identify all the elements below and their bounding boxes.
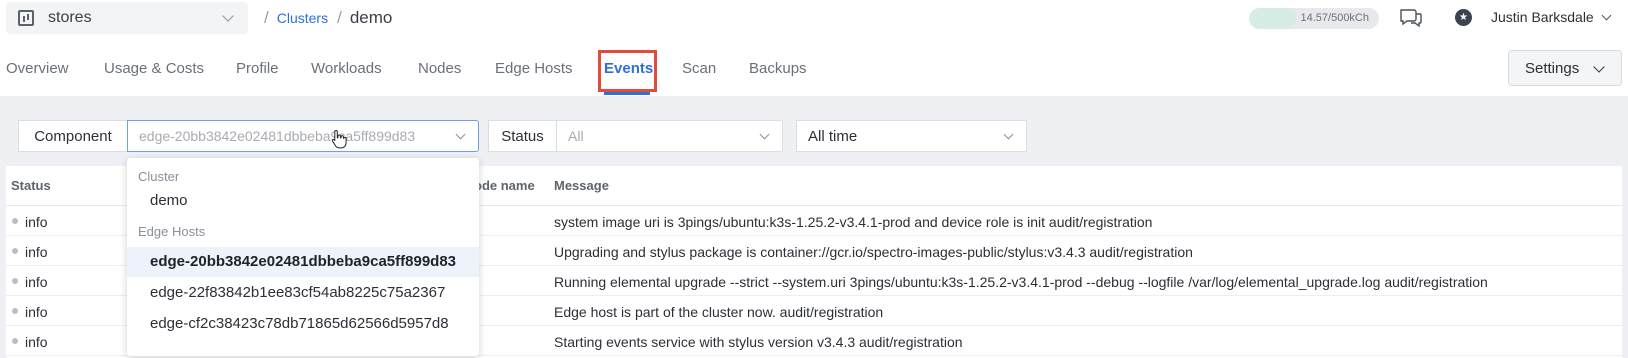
top-bar: stores / Clusters / demo 14.57/500kCh ★ … xyxy=(0,0,1628,36)
chat-icon[interactable] xyxy=(1399,8,1423,28)
status-dot-icon xyxy=(12,218,18,224)
row-status: info xyxy=(25,274,48,290)
user-avatar-icon[interactable]: ★ xyxy=(1455,9,1472,26)
status-filter-value: All xyxy=(568,128,584,144)
time-filter-select[interactable]: All time xyxy=(796,120,1027,152)
user-name[interactable]: Justin Barksdale xyxy=(1491,9,1594,25)
active-tab-highlight xyxy=(598,50,657,92)
tab-scan[interactable]: Scan xyxy=(682,60,716,77)
tab-backups[interactable]: Backups xyxy=(749,60,807,77)
status-filter-select[interactable]: All xyxy=(556,120,783,152)
row-status: info xyxy=(25,214,48,230)
row-status: info xyxy=(25,304,48,320)
page-title: demo xyxy=(349,8,393,27)
dropdown-option-edge-host[interactable]: edge-cf2c38423c78db71865d62566d5957d8 xyxy=(127,309,479,339)
component-filter-value: edge-20bb3842e02481dbbeba9ca5ff899d83 xyxy=(139,128,416,144)
active-tab-underline xyxy=(604,92,650,95)
status-dot-icon xyxy=(12,278,18,284)
dropdown-group-edge-hosts: Edge Hosts xyxy=(138,224,206,239)
chevron-down-icon xyxy=(222,10,234,22)
chevron-down-icon xyxy=(455,129,466,140)
row-status: info xyxy=(25,334,48,350)
usage-meter[interactable]: 14.57/500kCh xyxy=(1249,8,1379,29)
row-message: Upgrading and stylus package is containe… xyxy=(554,244,1193,260)
tab-workloads[interactable]: Workloads xyxy=(311,60,382,77)
breadcrumb-clusters-link[interactable]: Clusters xyxy=(277,10,328,26)
column-header-status[interactable]: Status xyxy=(11,178,51,193)
usage-text: 14.57/500kCh xyxy=(1300,12,1370,24)
status-dot-icon xyxy=(12,338,18,344)
row-message: system image uri is 3pings/ubuntu:k3s-1.… xyxy=(554,214,1153,230)
tab-nodes[interactable]: Nodes xyxy=(418,60,461,77)
chevron-down-icon xyxy=(759,129,770,140)
column-header-node-name[interactable]: ode name xyxy=(474,178,535,193)
filter-bar: Component edge-20bb3842e02481dbbeba9ca5f… xyxy=(0,96,1628,158)
component-filter-select[interactable]: edge-20bb3842e02481dbbeba9ca5ff899d83 xyxy=(127,120,479,152)
chart-icon xyxy=(18,10,34,26)
breadcrumb: / Clusters / demo xyxy=(264,8,393,27)
row-message: Starting events service with stylus vers… xyxy=(554,334,963,350)
project-selector[interactable]: stores xyxy=(6,2,248,34)
dropdown-option-cluster[interactable]: demo xyxy=(127,186,479,216)
column-header-message[interactable]: Message xyxy=(554,178,609,193)
chevron-down-icon[interactable] xyxy=(1601,10,1612,21)
status-dot-icon xyxy=(12,308,18,314)
chevron-down-icon xyxy=(1593,61,1605,73)
settings-button[interactable]: Settings xyxy=(1508,50,1622,86)
tab-bar: Overview Usage & Costs Profile Workloads… xyxy=(0,50,1628,96)
component-dropdown-menu: Cluster demo Edge Hosts edge-20bb3842e02… xyxy=(127,158,479,356)
settings-label: Settings xyxy=(1525,59,1580,77)
tab-edge-hosts[interactable]: Edge Hosts xyxy=(495,60,573,77)
status-dot-icon xyxy=(12,248,18,254)
dropdown-group-cluster: Cluster xyxy=(138,169,180,184)
row-status: info xyxy=(25,244,48,260)
row-message: Running elemental upgrade --strict --sys… xyxy=(554,274,1488,290)
status-filter-label: Status xyxy=(488,120,556,152)
tab-overview[interactable]: Overview xyxy=(6,60,69,77)
time-filter-value: All time xyxy=(808,127,858,145)
chevron-down-icon xyxy=(1003,129,1014,140)
usage-fill xyxy=(1249,8,1296,29)
dropdown-option-edge-host[interactable]: edge-20bb3842e02481dbbeba9ca5ff899d83 xyxy=(127,247,479,277)
project-name: stores xyxy=(48,9,92,26)
row-message: Edge host is part of the cluster now. au… xyxy=(554,304,884,320)
component-filter-label: Component xyxy=(18,120,127,152)
dropdown-option-edge-host[interactable]: edge-22f83842b1ee83cf54ab8225c75a2367 xyxy=(127,278,479,308)
hand-cursor-icon xyxy=(331,129,347,149)
tab-profile[interactable]: Profile xyxy=(236,60,279,77)
tab-usage-costs[interactable]: Usage & Costs xyxy=(104,60,204,77)
